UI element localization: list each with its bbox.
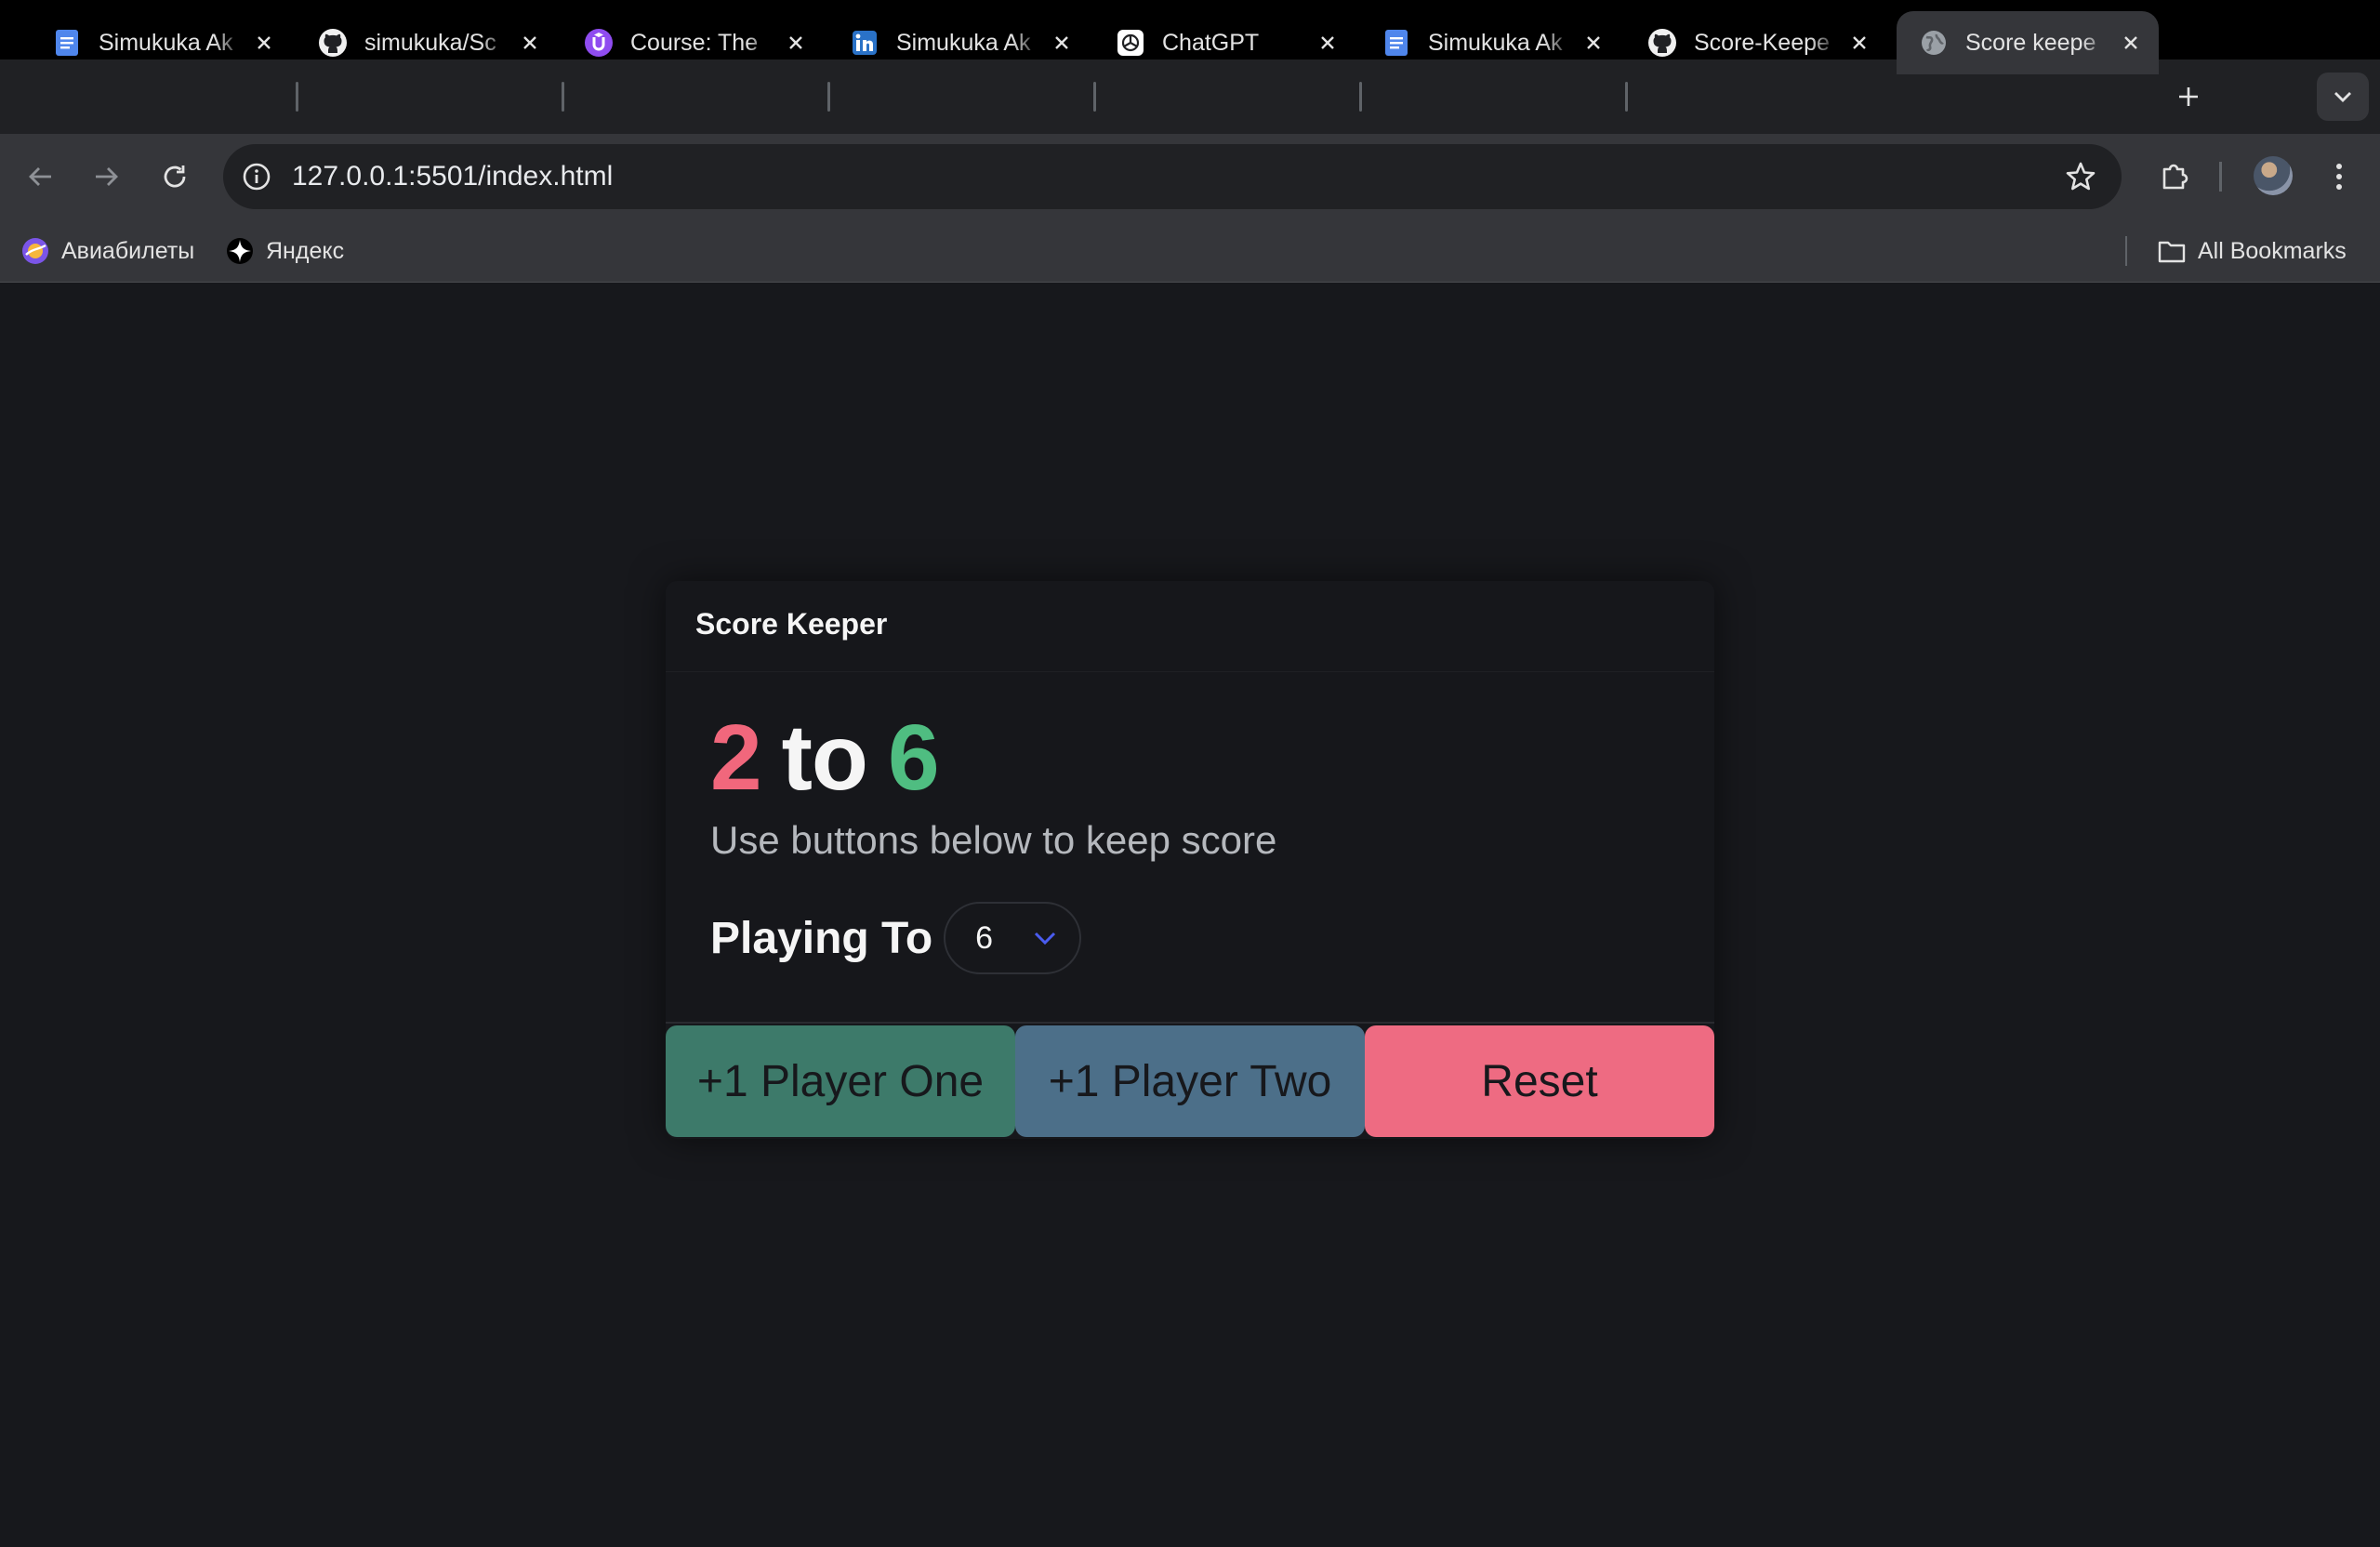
all-bookmarks-button[interactable]: All Bookmarks (2157, 232, 2347, 270)
back-button[interactable] (19, 154, 63, 199)
score-keeper-card: Score Keeper 2 to 6 Use buttons below to k… (666, 581, 1714, 1139)
arrow-left-icon (29, 167, 51, 186)
player-one-score: 2 (710, 706, 762, 810)
tab-title: Simukuka Ak (896, 29, 1031, 56)
udemy-icon (584, 28, 614, 58)
bookmark-star-icon[interactable] (2064, 160, 2097, 193)
tab-github-simukuka[interactable]: simukuka/Sc (296, 11, 558, 74)
tab-simukuka-docs-2[interactable]: Simukuka Ak (1359, 11, 1621, 74)
tab-separator (1625, 82, 1628, 112)
puzzle-icon (2162, 164, 2188, 190)
close-icon[interactable] (2118, 30, 2144, 56)
tab-title: Simukuka Ak (99, 29, 233, 56)
github-icon (1647, 28, 1677, 58)
bookmark-yandex[interactable]: Яндекс (225, 232, 344, 270)
new-tab-button[interactable] (2166, 74, 2211, 119)
tab-title: ChatGPT (1162, 29, 1260, 56)
address-bar[interactable]: 127.0.0.1:5501/index.html (223, 144, 2122, 209)
google-docs-icon (52, 28, 82, 58)
close-icon[interactable] (251, 30, 277, 56)
score-display: 2 to 6 (710, 711, 940, 804)
close-icon[interactable] (1049, 30, 1075, 56)
tab-score-keeper-active[interactable]: Score keepe (1897, 11, 2159, 74)
card-title: Score Keeper (695, 607, 888, 641)
card-footer-divider (666, 1022, 1714, 1024)
chevron-down-icon (2334, 92, 2351, 102)
tab-title: Score keepe (1965, 29, 2096, 56)
reset-button[interactable]: Reset (1365, 1025, 1714, 1137)
plus-icon (2179, 87, 2198, 106)
browser-menu-button[interactable] (2322, 154, 2356, 199)
tab-separator (827, 82, 830, 112)
playing-to-row: Playing To 6 (710, 902, 1082, 974)
tab-title: Simukuka Ak (1428, 29, 1563, 56)
tab-separator (1359, 82, 1362, 112)
instructions-text: Use buttons below to keep score (710, 818, 1277, 862)
player-two-score: 6 (888, 706, 940, 810)
github-icon (318, 28, 348, 58)
score-separator: to (781, 706, 868, 810)
url-text: 127.0.0.1:5501/index.html (292, 161, 614, 192)
site-info-icon[interactable] (240, 160, 273, 193)
bookmarks-divider (2125, 236, 2127, 266)
profile-avatar[interactable] (2254, 156, 2293, 195)
tab-separator (1093, 82, 1096, 112)
close-icon[interactable] (783, 30, 809, 56)
close-icon[interactable] (517, 30, 543, 56)
yandex-icon (225, 236, 255, 266)
tab-github-score-keeper[interactable]: Score-Keepe (1625, 11, 1887, 74)
tab-simukuka-docs-1[interactable]: Simukuka Ak (30, 11, 292, 74)
card-footer-buttons: +1 Player One +1 Player Two Reset (666, 1025, 1714, 1137)
playing-to-label: Playing To (710, 913, 933, 963)
player-two-button[interactable]: +1 Player Two (1015, 1025, 1365, 1137)
card-header: Score Keeper (666, 581, 1714, 672)
chevron-down-icon (1035, 932, 1056, 945)
close-icon[interactable] (1580, 30, 1606, 56)
aviasales-icon (20, 236, 50, 266)
bookmarks-bar (0, 219, 2380, 283)
chatgpt-icon (1116, 28, 1145, 58)
playing-to-value: 6 (975, 919, 994, 956)
tab-title: Score-Keepe (1694, 29, 1830, 56)
forward-button[interactable] (84, 154, 128, 199)
tab-separator (296, 82, 298, 112)
all-bookmarks-label: All Bookmarks (2198, 237, 2347, 264)
tab-title: simukuka/Sc (364, 29, 496, 56)
page-viewport: Score Keeper 2 to 6 Use buttons below to k… (0, 284, 2380, 1547)
globe-icon (1919, 28, 1949, 58)
reload-button[interactable] (152, 154, 197, 199)
tab-chatgpt[interactable]: ChatGPT (1093, 11, 1355, 74)
close-icon[interactable] (1846, 30, 1872, 56)
playing-to-select[interactable]: 6 (944, 902, 1082, 974)
tab-title: Course: The (630, 29, 759, 56)
arrow-right-icon (96, 167, 118, 186)
bookmark-label: Авиабилеты (61, 237, 195, 264)
tab-separator (562, 82, 564, 112)
tab-linkedin[interactable]: Simukuka Ak (827, 11, 1090, 74)
tab-course[interactable]: Course: The (562, 11, 824, 74)
player-one-button[interactable]: +1 Player One (666, 1025, 1015, 1137)
linkedin-icon (850, 28, 879, 58)
tab-search-button[interactable] (2317, 73, 2369, 121)
bookmark-label: Яндекс (266, 237, 345, 264)
reload-icon (164, 165, 186, 188)
folder-icon (2157, 236, 2187, 266)
extensions-button[interactable] (2153, 154, 2196, 197)
toolbar-divider (2219, 162, 2222, 192)
close-icon[interactable] (1315, 30, 1341, 56)
bookmark-aviabilety[interactable]: Авиабилеты (20, 232, 194, 270)
google-docs-icon (1382, 28, 1411, 58)
more-vert-icon (2336, 164, 2342, 190)
